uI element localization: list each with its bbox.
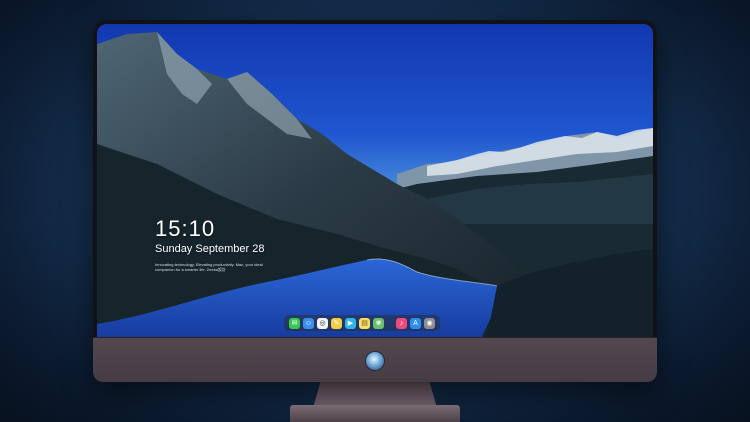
monitor-stand-base <box>290 405 460 422</box>
lock-screen-tagline: Innovating technology. Elevating product… <box>155 262 263 272</box>
camera-icon[interactable]: ◉ <box>424 317 435 329</box>
desktop-screen: 15:10 Sunday September 28 Innovating tec… <box>97 24 653 337</box>
mountain-lake-wallpaper <box>97 24 653 337</box>
monitor-chin <box>93 337 657 382</box>
dock-separator <box>387 318 393 329</box>
stickies-icon[interactable]: ▤ <box>359 317 370 329</box>
dock: ✉ ☺ ◎ ✎ ▶ ▤ ❀ ♪ A ◉ <box>284 315 440 331</box>
messages-icon[interactable]: ✉ <box>289 317 300 329</box>
music-icon[interactable]: ♪ <box>396 317 407 329</box>
clapper-icon[interactable]: ▶ <box>345 317 356 329</box>
photos-icon[interactable]: ❀ <box>373 317 384 329</box>
notes-icon[interactable]: ✎ <box>331 317 342 329</box>
lock-screen-date: Sunday September 28 <box>155 243 265 255</box>
finder-icon[interactable]: ☺ <box>303 317 314 329</box>
app-store-icon[interactable]: A <box>410 317 421 329</box>
imac-monitor: 15:10 Sunday September 28 Innovating tec… <box>93 20 657 382</box>
safari-icon[interactable]: ◎ <box>317 317 328 329</box>
brand-logo-icon <box>365 351 385 371</box>
lock-screen-time: 15:10 <box>155 216 216 241</box>
